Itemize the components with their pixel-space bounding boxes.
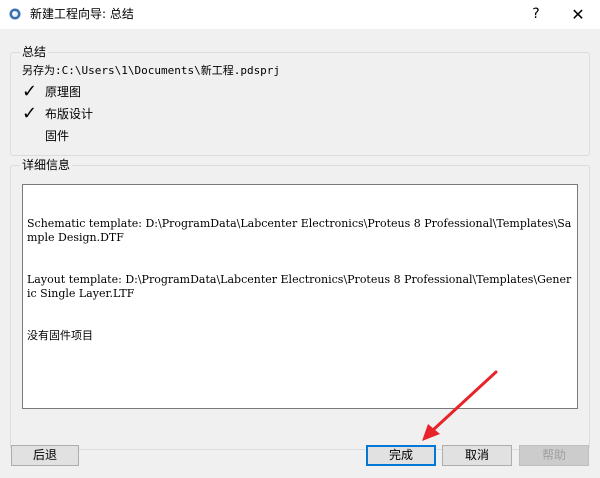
summary-item-pcb-layout: ✓ 布版设计: [22, 104, 93, 122]
summary-group: 总结 另存为:C:\Users\1\Documents\新工程.pdsprj ✓…: [10, 45, 590, 156]
summary-group-title: 总结: [20, 45, 49, 59]
details-text-area[interactable]: Schematic template: D:\ProgramData\Labce…: [22, 184, 578, 409]
title-bar: 新建工程向导: 总结 ? ✕: [0, 0, 600, 29]
summary-item-label: 原理图: [45, 84, 82, 99]
checkmark-icon: ✓: [22, 102, 38, 124]
close-button[interactable]: ✕: [556, 0, 600, 29]
details-group: 详细信息 Schematic template: D:\ProgramData\…: [10, 158, 590, 450]
back-button[interactable]: 后退: [11, 445, 79, 466]
dialog-client-area: 总结 另存为:C:\Users\1\Documents\新工程.pdsprj ✓…: [0, 29, 600, 478]
save-path-label: 另存为:C:\Users\1\Documents\新工程.pdsprj: [22, 64, 281, 77]
checkmark-icon: ✓: [22, 80, 38, 102]
proteus-app-icon: [9, 8, 21, 20]
cancel-button[interactable]: 取消: [442, 445, 512, 466]
summary-item-label: 布版设计: [45, 106, 94, 121]
help-button[interactable]: 帮助: [519, 445, 589, 466]
summary-item-schematic: ✓ 原理图: [22, 82, 81, 100]
summary-item-label: 固件: [45, 128, 70, 143]
summary-item-firmware: 固件: [22, 126, 69, 144]
schematic-template-line: Schematic template: D:\ProgramData\Labce…: [27, 217, 572, 244]
window-title: 新建工程向导: 总结: [30, 7, 134, 21]
layout-template-line: Layout template: D:\ProgramData\Labcente…: [27, 273, 572, 300]
details-group-title: 详细信息: [20, 158, 73, 172]
help-titlebar-button[interactable]: ?: [514, 0, 558, 29]
finish-button[interactable]: 完成: [366, 445, 436, 466]
firmware-line: 没有固件项目: [27, 329, 93, 342]
